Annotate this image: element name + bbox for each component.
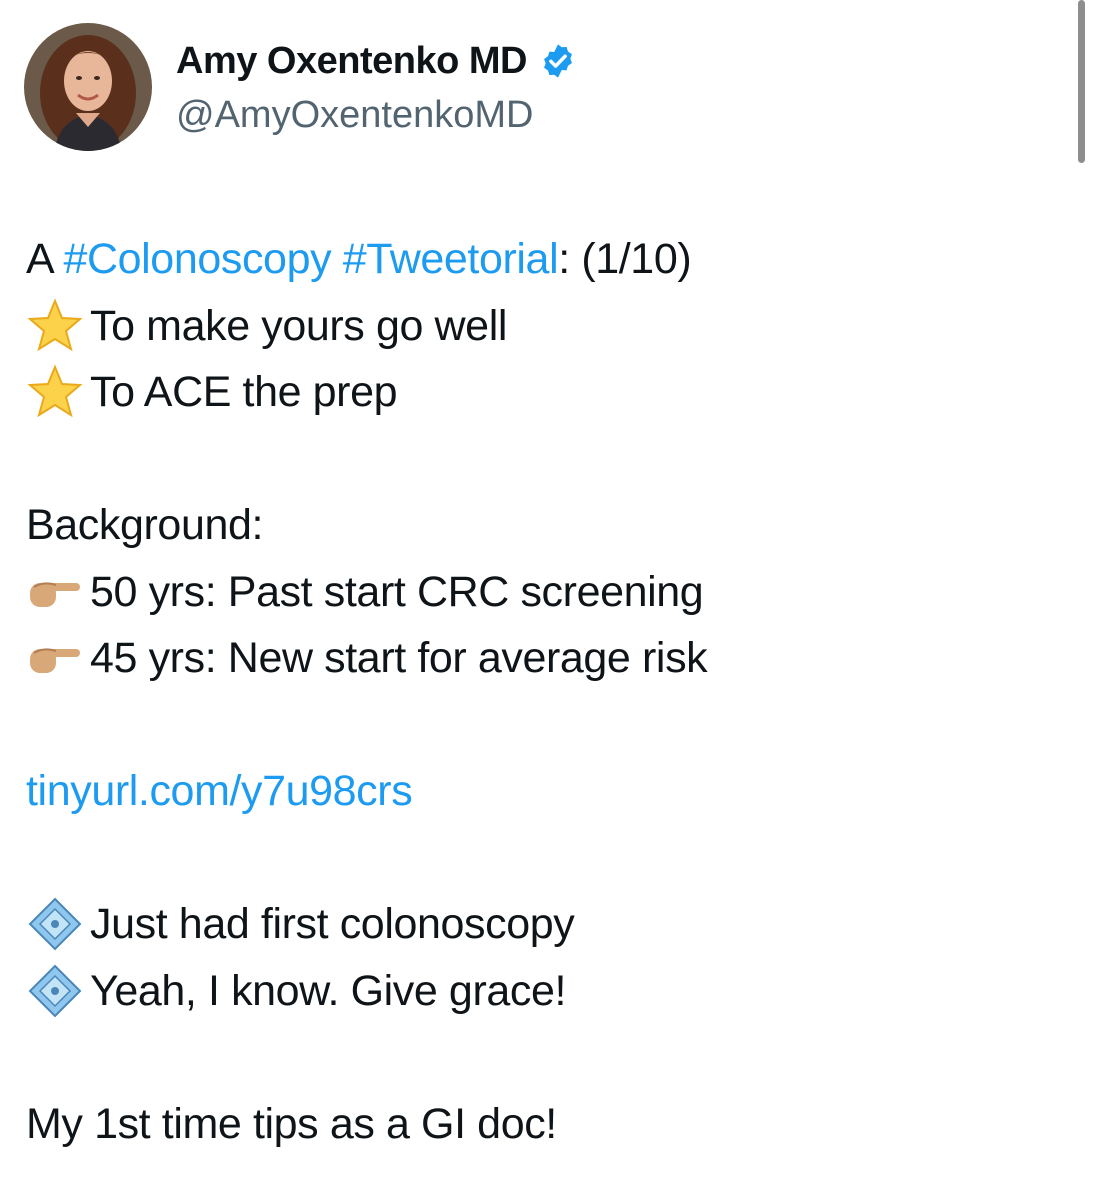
tweet-text: A #Colonoscopy #Tweetorial : (1/10) To m…: [26, 226, 1066, 1157]
star-emoji-icon: [26, 363, 84, 421]
backhand-index-pointing-right-icon: [26, 563, 84, 621]
star-item: To ACE the prep: [26, 359, 1066, 426]
tinyurl-link[interactable]: tinyurl.com/y7u98crs: [26, 758, 413, 825]
star-emoji-icon: [26, 297, 84, 355]
pointing-item-text: 45 yrs: New start for average risk: [90, 634, 708, 682]
background-heading: Background:: [26, 501, 264, 549]
diamond-item: Just had first colonoscopy: [26, 891, 1066, 958]
avatar[interactable]: [24, 23, 152, 151]
closing-line: My 1st time tips as a GI doc!: [26, 1099, 557, 1148]
star-item-text: To make yours go well: [90, 301, 508, 350]
author-handle[interactable]: @AmyOxentenkoMD: [176, 92, 533, 138]
hashtag-tweetorial[interactable]: #Tweetorial: [343, 226, 559, 293]
pointing-item-text: 50 yrs: Past start CRC screening: [90, 567, 704, 616]
hashtag-colonoscopy[interactable]: #Colonoscopy: [63, 226, 331, 293]
diamond-with-dot-icon: [26, 962, 84, 1020]
scrollbar[interactable]: [1078, 0, 1085, 163]
tweet-title-line: A #Colonoscopy #Tweetorial : (1/10): [26, 226, 1066, 293]
author-name-text[interactable]: Amy Oxentenko MD: [176, 38, 527, 84]
author-display-name[interactable]: Amy Oxentenko MD: [176, 38, 577, 84]
pointing-item: 50 yrs: Past start CRC screening: [26, 559, 1066, 626]
title-space: [331, 226, 343, 293]
title-prefix: A: [26, 235, 64, 283]
backhand-index-pointing-right-icon: [26, 629, 84, 687]
diamond-item-text: Yeah, I know. Give grace!: [90, 966, 567, 1015]
tweet-link[interactable]: tinyurl.com/y7u98crs: [26, 758, 1066, 825]
diamond-item-text: Just had first colonoscopy: [90, 900, 575, 948]
pointing-item: 45 yrs: New start for average risk: [26, 625, 1066, 692]
diamond-item: Yeah, I know. Give grace!: [26, 958, 1066, 1025]
star-item: To make yours go well: [26, 293, 1066, 360]
star-item-text: To ACE the prep: [90, 368, 398, 416]
verified-badge-icon: [539, 42, 577, 80]
title-suffix: : (1/10): [558, 235, 692, 283]
diamond-with-dot-icon: [26, 895, 84, 953]
